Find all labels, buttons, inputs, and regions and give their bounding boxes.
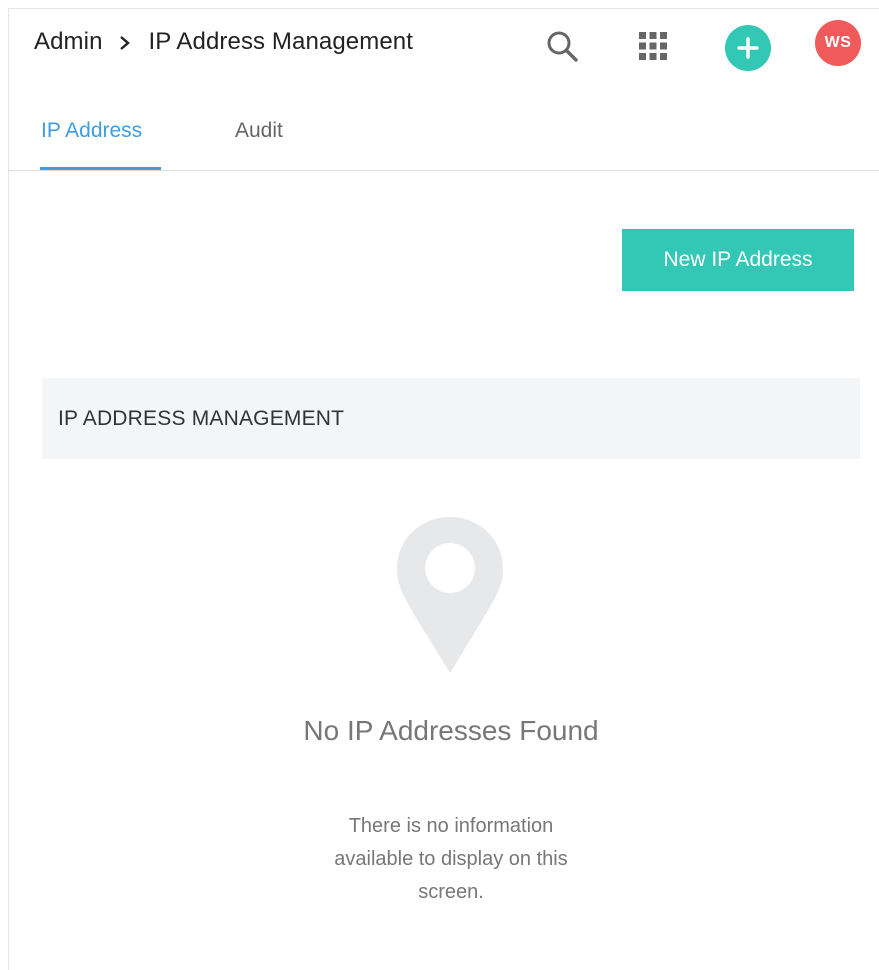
avatar-initials: WS [824,34,852,51]
top-header: Admin IP Address Management WS [9,9,879,79]
breadcrumb-admin[interactable]: Admin [34,28,103,56]
app-frame: Admin IP Address Management WS IP Addres… [8,8,879,970]
tab-audit[interactable]: Audit [235,119,283,170]
map-pin-icon [397,517,503,673]
apps-button[interactable] [630,23,676,69]
empty-state-description: There is no information available to dis… [334,815,568,903]
apps-grid-icon [639,32,667,60]
breadcrumb: Admin IP Address Management [34,28,413,56]
tab-ip-address-label: IP Address [41,119,143,142]
chevron-right-icon [118,31,132,53]
avatar[interactable]: WS [815,20,861,66]
add-button[interactable] [725,25,771,71]
plus-icon [737,37,759,59]
panel-title: IP ADDRESS MANAGEMENT [58,407,345,430]
breadcrumb-current: IP Address Management [148,28,414,55]
empty-state-title: No IP Addresses Found [303,715,599,746]
panel-header: IP ADDRESS MANAGEMENT [42,378,860,459]
tab-bar: IP Address Audit [9,105,879,171]
search-icon [547,31,578,62]
new-ip-address-button[interactable]: New IP Address [622,229,854,291]
tab-audit-label: Audit [235,119,283,142]
tab-ip-address[interactable]: IP Address [40,119,161,170]
search-button[interactable] [539,23,585,69]
